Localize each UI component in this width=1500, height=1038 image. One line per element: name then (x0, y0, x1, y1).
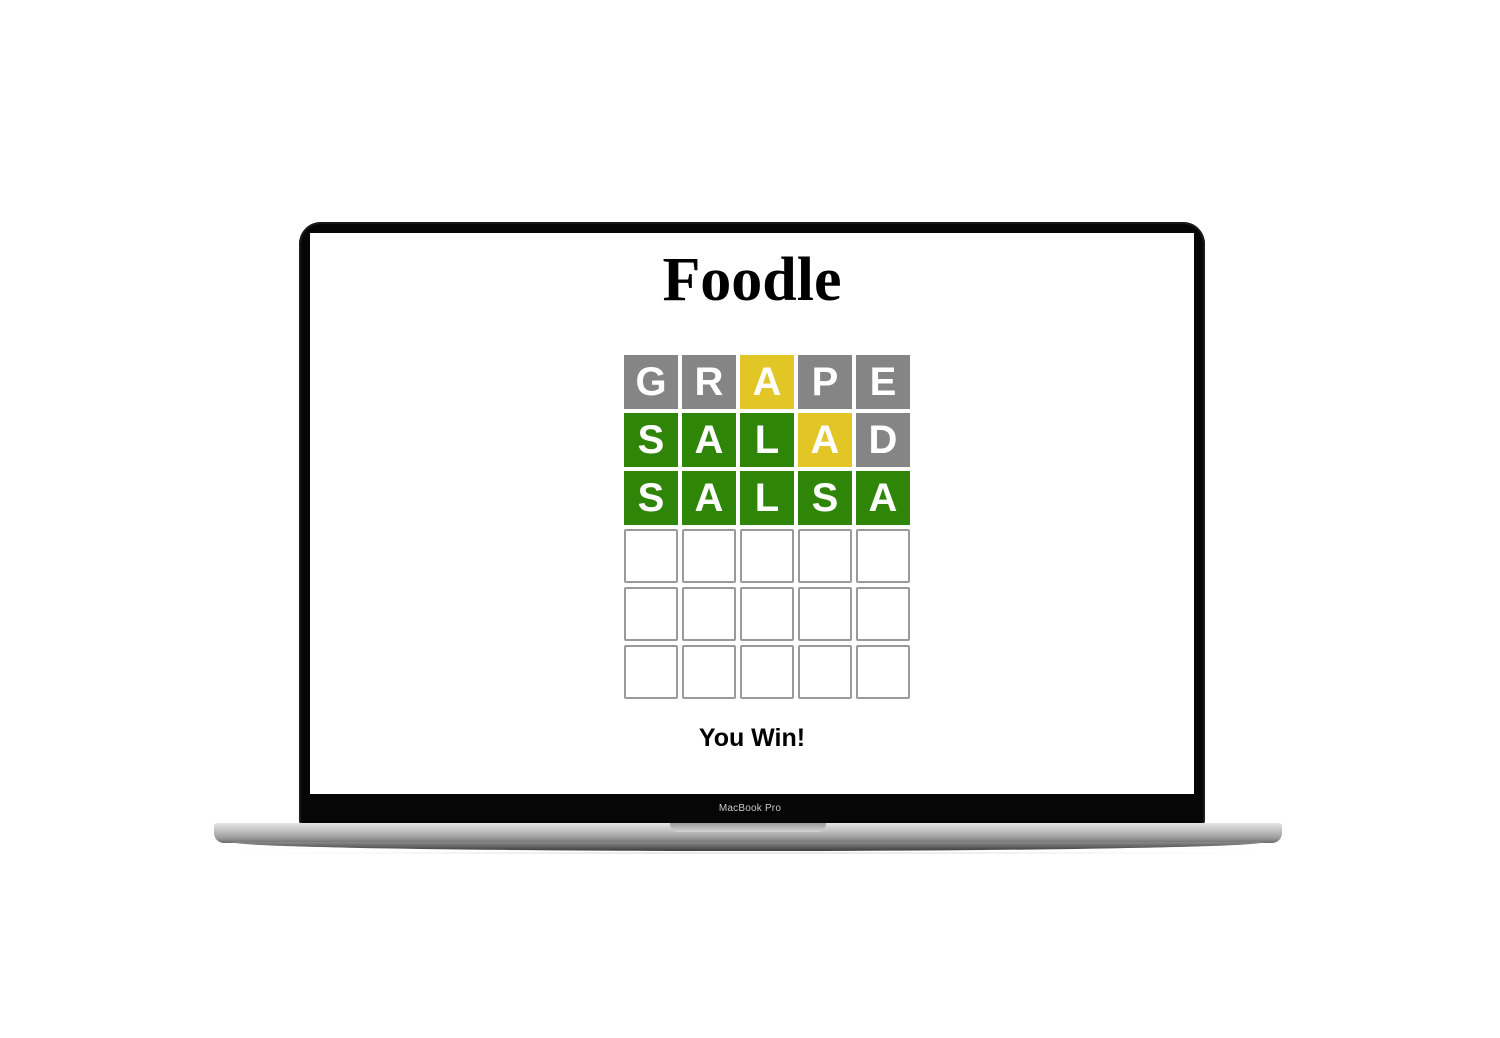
device-model-label: MacBook Pro (718, 803, 782, 814)
letter-tile: A (682, 413, 736, 467)
letter-tile (740, 587, 794, 641)
letter-tile: D (856, 413, 910, 467)
letter-tile: S (624, 413, 678, 467)
letter-tile: L (740, 471, 794, 525)
letter-tile (740, 645, 794, 699)
letter-tile: G (624, 355, 678, 409)
letter-tile: S (798, 471, 852, 525)
letter-tile: A (682, 471, 736, 525)
letter-tile: P (798, 355, 852, 409)
letter-tile (798, 645, 852, 699)
letter-tile (624, 529, 678, 583)
letter-tile: E (856, 355, 910, 409)
letter-tile (856, 645, 910, 699)
laptop-base-bottom (232, 842, 1264, 851)
letter-tile (798, 529, 852, 583)
page-title: Foodle (662, 246, 842, 314)
letter-tile (682, 587, 736, 641)
letter-tile (682, 645, 736, 699)
board-row: GRAPE (624, 355, 912, 409)
board-row (624, 587, 912, 641)
result-message: You Win! (698, 724, 806, 752)
letter-tile (798, 587, 852, 641)
laptop-notch (670, 823, 826, 832)
board-row: SALAD (624, 413, 912, 467)
letter-tile: A (740, 355, 794, 409)
board-row: SALSA (624, 471, 912, 525)
letter-tile (740, 529, 794, 583)
letter-tile (624, 645, 678, 699)
letter-tile: R (682, 355, 736, 409)
letter-tile: A (798, 413, 852, 467)
letter-tile (682, 529, 736, 583)
laptop-mockup: Foodle GRAPESALADSALSA You Win! MacBook … (0, 0, 1500, 1038)
letter-tile (856, 587, 910, 641)
letter-tile: S (624, 471, 678, 525)
board-row (624, 645, 912, 699)
letter-tile: L (740, 413, 794, 467)
letter-tile (624, 587, 678, 641)
letter-tile (856, 529, 910, 583)
game-board: GRAPESALADSALSA (624, 355, 912, 703)
board-row (624, 529, 912, 583)
laptop-shadow (205, 852, 1295, 854)
letter-tile: A (856, 471, 910, 525)
